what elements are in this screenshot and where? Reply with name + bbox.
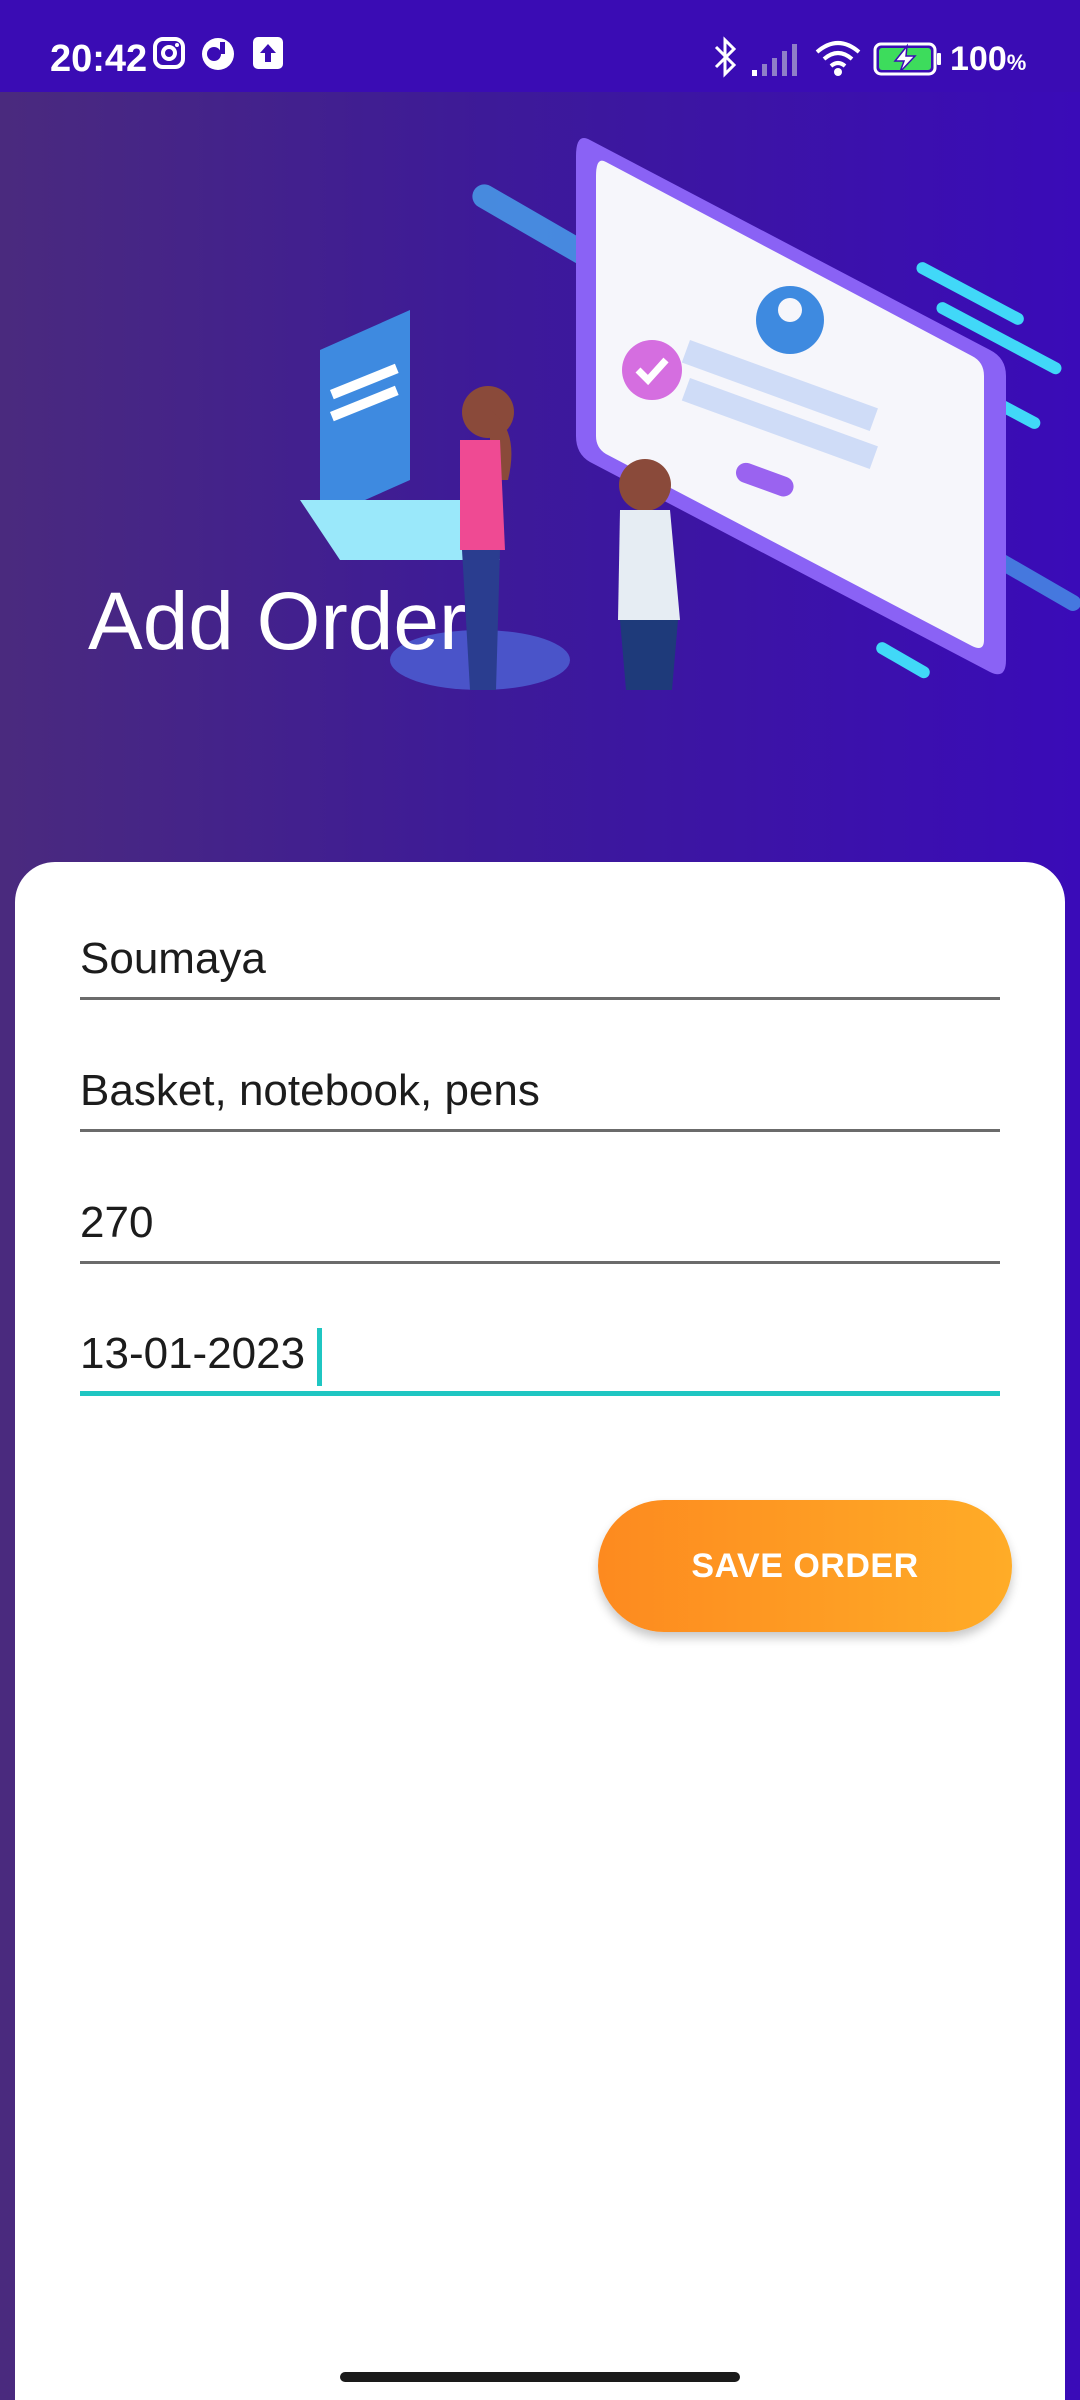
- battery-charging-icon: [873, 42, 941, 76]
- date-field-wrapper: [80, 1316, 1000, 1406]
- instagram-icon: [153, 37, 185, 69]
- app-icon: [202, 38, 234, 70]
- text-cursor: [317, 1328, 322, 1386]
- home-indicator[interactable]: [340, 2372, 740, 2382]
- customer-name-input[interactable]: [80, 920, 1000, 1000]
- signal-icon: [752, 44, 797, 76]
- page-title: Add Order: [88, 575, 467, 667]
- save-order-button[interactable]: SAVE ORDER: [598, 1500, 1012, 1632]
- order-form-card: SAVE ORDER: [15, 862, 1065, 2400]
- status-time: 20:42: [50, 38, 148, 80]
- battery-percentage: 100%: [950, 40, 1027, 78]
- upload-icon: [253, 37, 283, 69]
- status-bar: 20:42 100%: [0, 0, 1080, 92]
- items-field-wrapper: [80, 1052, 1000, 1142]
- items-input[interactable]: [80, 1052, 1000, 1132]
- customer-name-field-wrapper: [80, 920, 1000, 1010]
- date-input[interactable]: [80, 1316, 1000, 1396]
- price-field-wrapper: [80, 1184, 1000, 1274]
- app-screen: 20:42 100% Add Order Soumaya Basket, not…: [0, 0, 1080, 2400]
- bluetooth-icon: [714, 36, 737, 78]
- price-input[interactable]: [80, 1184, 1000, 1264]
- wifi-icon: [815, 41, 861, 76]
